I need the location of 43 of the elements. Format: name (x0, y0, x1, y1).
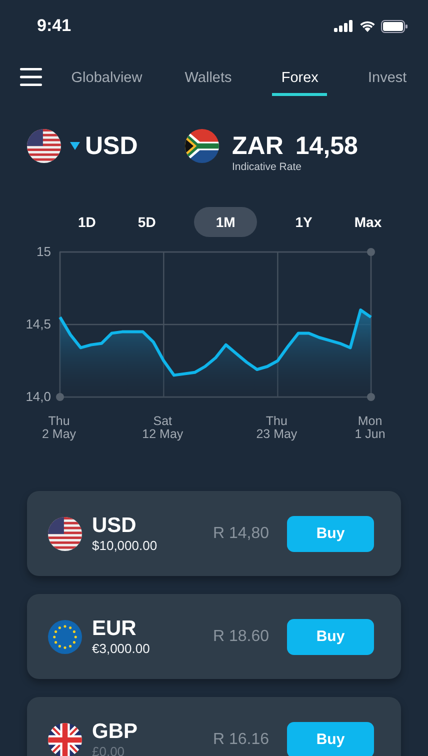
currency-code: USD (92, 514, 138, 538)
signal-icon (334, 20, 354, 32)
flag-icon (27, 129, 61, 163)
y-axis-label: 14,5 (26, 316, 51, 332)
wallet-balance: $10,000.00 (92, 538, 158, 553)
flag-icon (185, 129, 219, 163)
nav-tab[interactable]: Invest (366, 66, 409, 96)
range-tab[interactable]: 1M (194, 207, 258, 237)
wallet-balance: €3,000.00 (92, 640, 151, 656)
nav-tab[interactable]: Forex (272, 66, 328, 96)
x-axis-label: Thu 23 May (256, 415, 298, 442)
battery-icon (381, 20, 408, 32)
x-axis-label: Thu 2 May (42, 415, 76, 442)
flag-icon (48, 516, 82, 550)
nav-tab[interactable]: Globalview (69, 66, 144, 96)
flag-icon (48, 620, 82, 654)
chart-handle (367, 393, 375, 401)
currency-code: GBP (92, 720, 139, 744)
buy-rate: R 16.16 (212, 730, 269, 748)
wallet-balance: £0.00 (92, 744, 126, 756)
chart-handle (367, 248, 375, 256)
exchange-rate: 14,58 (295, 132, 358, 160)
status-time: 9:41 (37, 16, 72, 36)
buy-rate: R 14,80 (212, 524, 269, 542)
wifi-icon (359, 20, 376, 32)
x-axis-label: Mon 1 Jun (354, 415, 386, 442)
y-axis-label: 15 (36, 244, 51, 259)
range-tab[interactable]: 1Y (281, 207, 326, 237)
range-tab[interactable]: Max (340, 207, 396, 237)
flag-icon (48, 722, 82, 756)
y-axis-label: 14,0 (26, 389, 51, 404)
rate-caption: Indicative Rate (232, 160, 302, 172)
range-tab[interactable]: 1D (64, 207, 110, 237)
x-axis-label: Sat 12 May (142, 415, 184, 442)
nav-tab[interactable]: Wallets (182, 66, 234, 96)
menu-icon[interactable] (20, 68, 42, 86)
buy-rate: R 18.60 (212, 628, 269, 646)
chart-handle (56, 393, 64, 401)
base-currency[interactable]: USD (85, 132, 138, 160)
caret-icon[interactable] (70, 142, 80, 150)
currency-code: EUR (92, 617, 138, 641)
quote-currency: ZAR (232, 132, 284, 160)
range-tab[interactable]: 5D (124, 207, 170, 237)
